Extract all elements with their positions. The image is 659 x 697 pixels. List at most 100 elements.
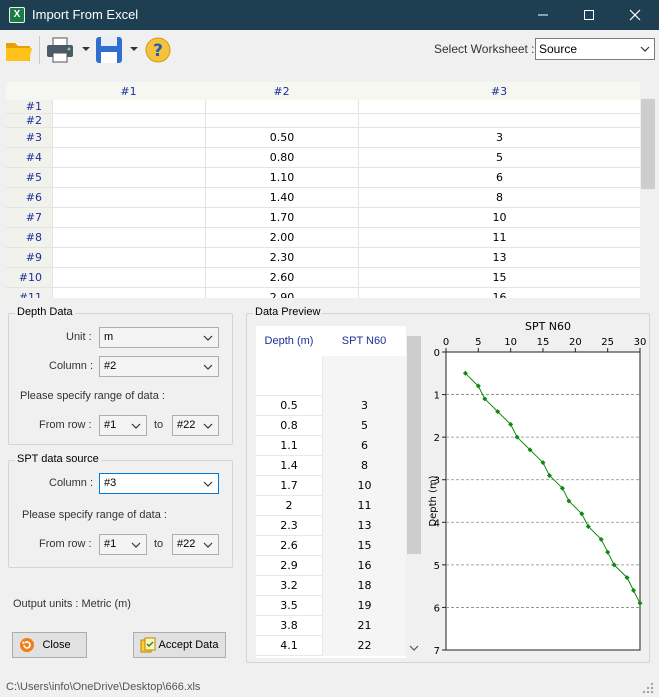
table-cell[interactable]: 8 (358, 188, 640, 207)
depth-from-label: From row : (39, 419, 92, 431)
close-window-button[interactable] (612, 0, 658, 30)
preview-cell (322, 356, 406, 396)
table-row[interactable]: #4 0.80 5 (6, 148, 640, 168)
table-row[interactable]: #2 (6, 114, 640, 128)
table-row[interactable]: #10 2.60 15 (6, 268, 640, 288)
table-cell[interactable] (52, 268, 205, 287)
spt-column-select[interactable]: #3 (99, 473, 219, 494)
preview-table[interactable]: Depth (m) SPT N60 0.5 3 0.8 5 1.1 6 1.4 8 1.7 10 2… (256, 326, 422, 658)
table-cell[interactable] (52, 100, 205, 113)
data-preview-title: Data Preview (253, 306, 323, 318)
table-cell[interactable]: 6 (358, 168, 640, 187)
save-icon[interactable] (94, 35, 124, 65)
table-row[interactable]: #7 1.70 10 (6, 208, 640, 228)
depth-unit-select[interactable]: m (99, 327, 219, 348)
spt-from-select[interactable]: #1 (99, 534, 147, 555)
table-cell[interactable]: 2.60 (205, 268, 358, 287)
table-row[interactable]: #8 2.00 11 (6, 228, 640, 248)
row-header[interactable]: #8 (6, 228, 52, 247)
table-cell[interactable] (52, 148, 205, 167)
table-cell[interactable]: 0.80 (205, 148, 358, 167)
maximize-icon (584, 10, 594, 20)
scroll-down-icon[interactable] (409, 644, 419, 652)
table-cell[interactable] (52, 114, 205, 127)
row-header[interactable]: #1 (6, 100, 52, 113)
grid-column-header[interactable]: #1 (52, 85, 205, 98)
table-cell[interactable] (358, 114, 640, 127)
grid-column-header[interactable]: #3 (358, 85, 640, 98)
table-cell[interactable]: 0.50 (205, 128, 358, 147)
accept-data-button[interactable]: Accept Data (133, 632, 226, 658)
resize-grip-icon[interactable] (642, 682, 654, 694)
table-cell[interactable]: 13 (358, 248, 640, 267)
table-cell[interactable]: 2.30 (205, 248, 358, 267)
table-cell[interactable]: 2.00 (205, 228, 358, 247)
row-header[interactable]: #5 (6, 168, 52, 187)
preview-cell: 2.6 (280, 539, 298, 552)
worksheet-select-value: Source (539, 42, 578, 56)
maximize-button[interactable] (566, 0, 612, 30)
depth-to-select[interactable]: #22 (172, 415, 219, 436)
table-cell[interactable] (205, 100, 358, 113)
spt-to-select[interactable]: #22 (172, 534, 219, 555)
save-dropdown-icon[interactable] (130, 45, 138, 53)
table-cell[interactable]: 16 (358, 288, 640, 298)
row-header[interactable]: #3 (6, 128, 52, 147)
row-header[interactable]: #6 (6, 188, 52, 207)
table-cell[interactable]: 11 (358, 228, 640, 247)
table-cell[interactable]: 1.40 (205, 188, 358, 207)
open-folder-icon[interactable] (4, 35, 34, 65)
row-header[interactable]: #2 (6, 114, 52, 127)
table-cell[interactable] (358, 100, 640, 113)
x-tick-label: 15 (537, 337, 550, 348)
table-row[interactable]: #1 (6, 100, 640, 114)
grid-scrollbar[interactable] (640, 82, 656, 298)
table-cell[interactable] (52, 248, 205, 267)
preview-scroll-thumb[interactable] (407, 336, 421, 554)
close-button[interactable]: Close (12, 632, 87, 658)
grid-scroll-thumb[interactable] (641, 99, 655, 189)
worksheet-select[interactable]: Source (535, 38, 655, 60)
table-cell[interactable] (52, 208, 205, 227)
row-header[interactable]: #11 (6, 288, 52, 298)
excel-app-icon: X (9, 7, 25, 23)
table-cell[interactable] (205, 114, 358, 127)
minimize-button[interactable] (520, 0, 566, 30)
chevron-down-icon (131, 423, 141, 429)
table-cell[interactable]: 10 (358, 208, 640, 227)
chevron-down-icon (203, 364, 213, 370)
depth-from-select[interactable]: #1 (99, 415, 147, 436)
row-header[interactable]: #10 (6, 268, 52, 287)
table-cell[interactable] (52, 128, 205, 147)
table-cell[interactable] (52, 288, 205, 298)
preview-cell: 3 (322, 396, 406, 416)
table-cell[interactable] (52, 168, 205, 187)
x-tick-label: 20 (569, 337, 582, 348)
print-dropdown-icon[interactable] (82, 45, 90, 53)
table-cell[interactable] (52, 228, 205, 247)
table-cell[interactable] (52, 188, 205, 207)
row-header[interactable]: #7 (6, 208, 52, 227)
depth-column-select[interactable]: #2 (99, 356, 219, 377)
table-cell[interactable]: 1.70 (205, 208, 358, 227)
print-icon[interactable] (45, 35, 75, 65)
row-header[interactable]: #4 (6, 148, 52, 167)
table-cell[interactable]: 3 (358, 128, 640, 147)
preview-row: 4.1 22 (256, 636, 406, 656)
table-cell[interactable]: 5 (358, 148, 640, 167)
table-row[interactable]: #6 1.40 8 (6, 188, 640, 208)
row-header[interactable]: #9 (6, 248, 52, 267)
grid-header: #1 #2 #3 (6, 82, 640, 100)
grid-column-header[interactable]: #2 (205, 85, 358, 98)
preview-scrollbar[interactable] (406, 326, 422, 658)
help-icon[interactable]: ? (143, 35, 173, 65)
table-row[interactable]: #9 2.30 13 (6, 248, 640, 268)
preview-row: 2.3 13 (256, 516, 406, 536)
data-grid[interactable]: #1 #2 #3 #1 #2 #3 0.50 3 #4 0.80 5 #5 1.10 6 #6 1.40… (6, 82, 656, 298)
table-row[interactable]: #5 1.10 6 (6, 168, 640, 188)
table-cell[interactable]: 1.10 (205, 168, 358, 187)
table-cell[interactable]: 2.90 (205, 288, 358, 298)
table-row[interactable]: #3 0.50 3 (6, 128, 640, 148)
table-cell[interactable]: 15 (358, 268, 640, 287)
table-row[interactable]: #11 2.90 16 (6, 288, 640, 298)
